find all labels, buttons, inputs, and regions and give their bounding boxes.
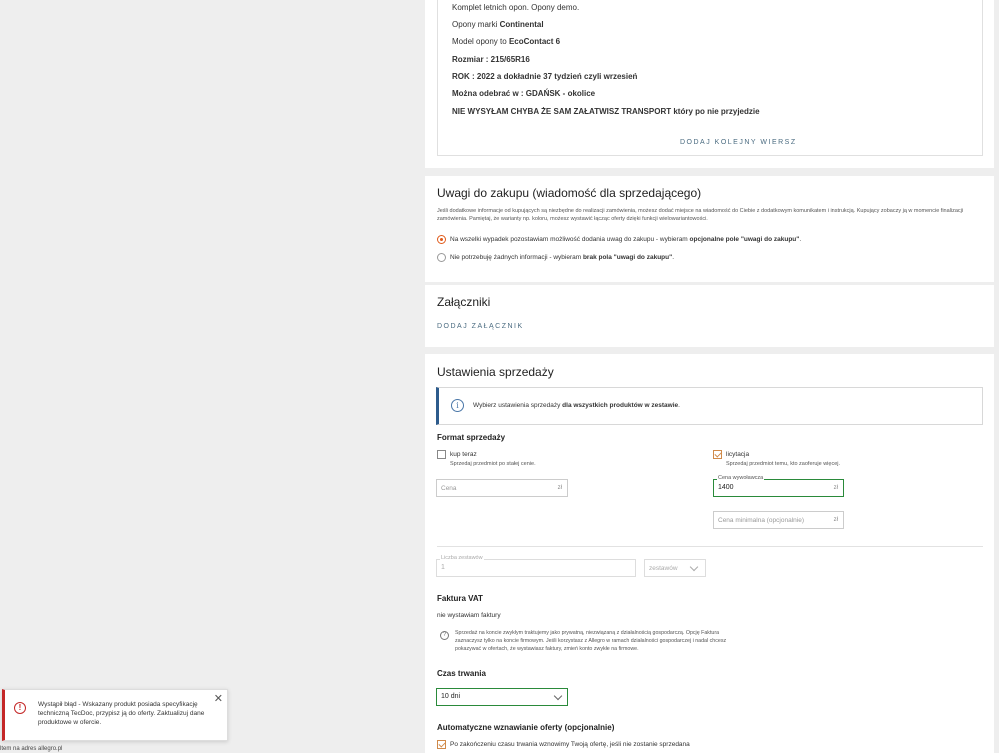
add-attachment-button[interactable]: DODAJ ZAŁĄCZNIK [437,323,524,330]
browser-status-bar: ltem na adres allegro.pl [0,746,63,752]
chevron-down-icon [553,691,563,701]
vat-value: nie wystawiam faktury [437,612,501,619]
error-toast: ! Wystąpił błąd - Wskazany produkt posia… [2,689,228,741]
currency-label: zł [557,485,562,491]
auction-description: Sprzedaj przedmiot temu, kto zaoferuje w… [726,461,841,467]
sales-info-box: i Wybierz ustawienia sprzedaży dla wszys… [436,387,983,425]
sets-count-value: 1 [441,564,445,571]
auction-label[interactable]: licytacja [726,451,749,458]
price-placeholder: Cena [441,485,457,492]
duration-title: Czas trwania [437,669,486,678]
currency-label: zł [833,485,838,491]
sales-settings-title: Ustawienia sprzedaży [437,365,554,379]
auction-checkbox[interactable] [713,450,722,459]
sets-count-input[interactable]: Liczba zestawów 1 [436,555,636,577]
vat-help-text: Sprzedaż na koncie zwykłym traktujemy ja… [455,630,727,652]
notes-optional-label[interactable]: Na wszelki wypadek pozostawiam możliwość… [450,236,801,243]
sets-unit-select[interactable]: zestawów [644,559,706,577]
auto-renew-label[interactable]: Po zakończeniu czasu trwania wznowimy Tw… [450,741,690,748]
vat-title: Faktura VAT [437,594,483,603]
notes-help-text: Jeśli dodatkowe informacje od kupujących… [437,208,964,222]
duration-value: 10 dni [441,693,461,700]
currency-label: zł [833,517,838,523]
description-line: NIE WYSYŁAM CHYBA ŻE SAM ZAŁATWISZ TRANS… [452,107,760,116]
description-line: Opony marki Continental [452,20,544,29]
notes-none-radio[interactable] [437,253,446,262]
add-row-button[interactable]: DODAJ KOLEJNY WIERSZ [680,139,797,146]
error-icon: ! [14,702,26,714]
sets-unit-value: zestawów [649,565,678,572]
notes-card: Uwagi do zakupu (wiadomość dla sprzedają… [425,176,994,282]
description-line: ROK : 2022 a dokładnie 37 tydzień czyli … [452,72,638,81]
question-icon[interactable]: ? [440,631,449,640]
notes-none-label[interactable]: Nie potrzebuję żadnych informacji - wybi… [450,254,674,261]
min-price-input[interactable]: Cena minimalna (opcjonalnie) zł [713,511,844,529]
min-price-placeholder: Cena minimalna (opcjonalnie) [718,517,804,524]
description-line: Model opony to EcoContact 6 [452,37,561,46]
duration-select[interactable]: 10 dni [436,688,568,706]
description-line: Rozmiar : 215/65R16 [452,55,530,64]
auto-renew-title: Automatyczne wznawianie oferty (opcjonal… [437,723,615,732]
price-input[interactable]: Cena zł [436,479,568,497]
start-price-label: Cena wywoławcza [717,475,765,481]
close-icon[interactable]: ✕ [214,692,223,705]
buy-now-checkbox[interactable] [437,450,446,459]
sets-count-label: Liczba zestawów [440,555,484,561]
start-price-value: 1400 [718,484,734,491]
attachments-card: Załączniki DODAJ ZAŁĄCZNIK [425,285,994,347]
info-icon: i [451,399,464,412]
notes-title: Uwagi do zakupu (wiadomość dla sprzedają… [437,186,702,200]
buy-now-description: Sprzedaj przedmiot po stałej cenie. [450,461,536,467]
section-divider [437,546,983,547]
start-price-input[interactable]: Cena wywoławcza 1400 zł [713,475,844,497]
buy-now-label[interactable]: kup teraz [450,451,477,458]
sales-format-title: Format sprzedaży [437,433,506,442]
auto-renew-checkbox[interactable] [437,740,446,749]
notes-optional-radio[interactable] [437,235,446,244]
description-line: Komplet letnich opon. Opony demo. [452,3,580,12]
description-line: Można odebrać w : GDAŃSK - okolice [452,89,596,98]
error-toast-text: Wystąpił błąd - Wskazany produkt posiada… [38,701,205,726]
attachments-title: Załączniki [437,295,491,309]
description-editor[interactable]: Komplet letnich opon. Opony demo. Opony … [437,0,983,156]
sales-info-text: Wybierz ustawienia sprzedaży dla wszystk… [473,402,680,409]
description-card: Komplet letnich opon. Opony demo. Opony … [425,0,994,168]
chevron-down-icon [689,562,699,572]
